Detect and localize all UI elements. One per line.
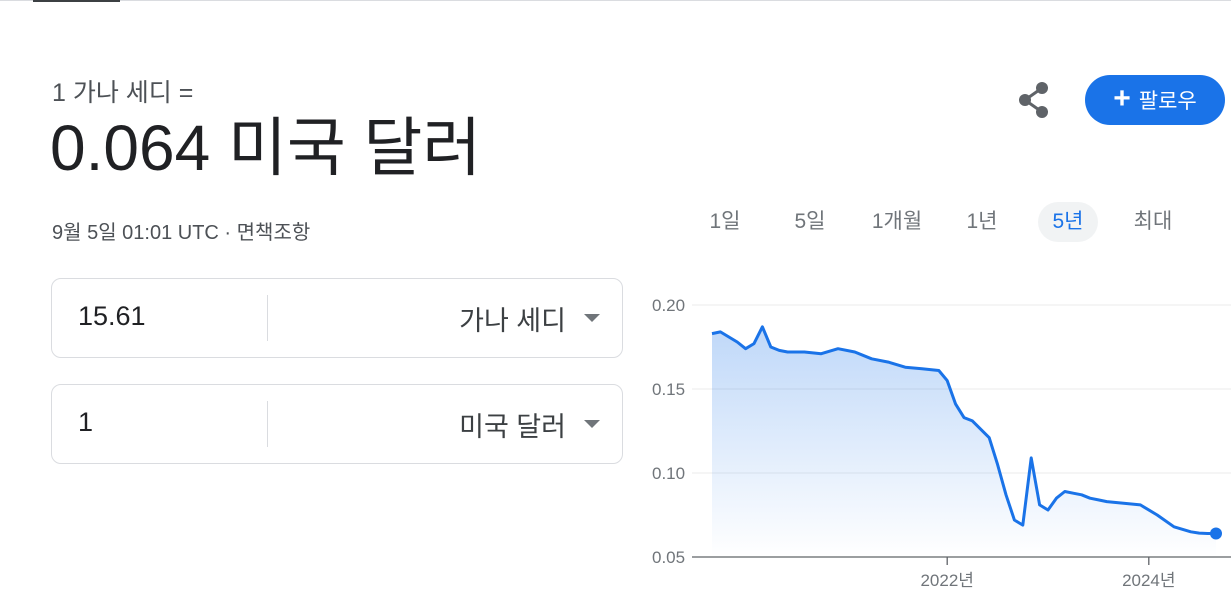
plus-icon: + (1113, 81, 1131, 115)
to-currency-select[interactable]: 미국 달러 (459, 405, 566, 444)
y-tick-label: 0.10 (652, 464, 685, 483)
chevron-down-icon[interactable] (584, 420, 600, 428)
to-converter-box: 1 미국 달러 (51, 384, 623, 464)
tab-range-1m[interactable]: 1개월 (864, 202, 930, 242)
from-amount-input[interactable]: 15.61 (78, 301, 146, 332)
range-tabs: 1일 5일 1개월 1년 5년 최대 (0, 200, 1231, 245)
from-converter-box: 15.61 가나 세디 (51, 278, 623, 358)
exchange-rate-chart[interactable]: 0.20 0.15 0.10 0.05 2022년 2024년 (640, 280, 1231, 596)
tab-range-1y[interactable]: 1년 (954, 202, 1010, 242)
x-tick-label: 2022년 (920, 571, 973, 590)
share-button[interactable] (1012, 78, 1056, 122)
active-tab-indicator (33, 0, 120, 2)
tab-range-1d[interactable]: 1일 (697, 202, 753, 242)
tab-range-5d[interactable]: 5일 (782, 202, 838, 242)
y-tick-label: 0.20 (652, 296, 685, 315)
share-icon (1019, 82, 1048, 118)
y-tick-label: 0.15 (652, 380, 685, 399)
converter-divider (267, 295, 268, 341)
tab-range-max[interactable]: 최대 (1124, 202, 1182, 242)
conversion-result: 0.064 미국 달러 (50, 112, 482, 184)
conversion-subtitle: 1 가나 세디 = (52, 79, 194, 107)
chevron-down-icon[interactable] (584, 314, 600, 322)
follow-label: 팔로우 (1138, 90, 1197, 113)
follow-button[interactable]: + 팔로우 (1085, 75, 1225, 125)
top-divider (0, 0, 1231, 1)
series-area (712, 326, 1216, 557)
y-tick-label: 0.05 (652, 548, 685, 567)
x-tick-label: 2024년 (1122, 571, 1175, 590)
last-value-point (1210, 527, 1222, 540)
tab-range-5y[interactable]: 5년 (1038, 202, 1098, 242)
converter-divider (267, 401, 268, 447)
to-amount-input[interactable]: 1 (78, 407, 93, 438)
from-currency-select[interactable]: 가나 세디 (459, 299, 566, 338)
